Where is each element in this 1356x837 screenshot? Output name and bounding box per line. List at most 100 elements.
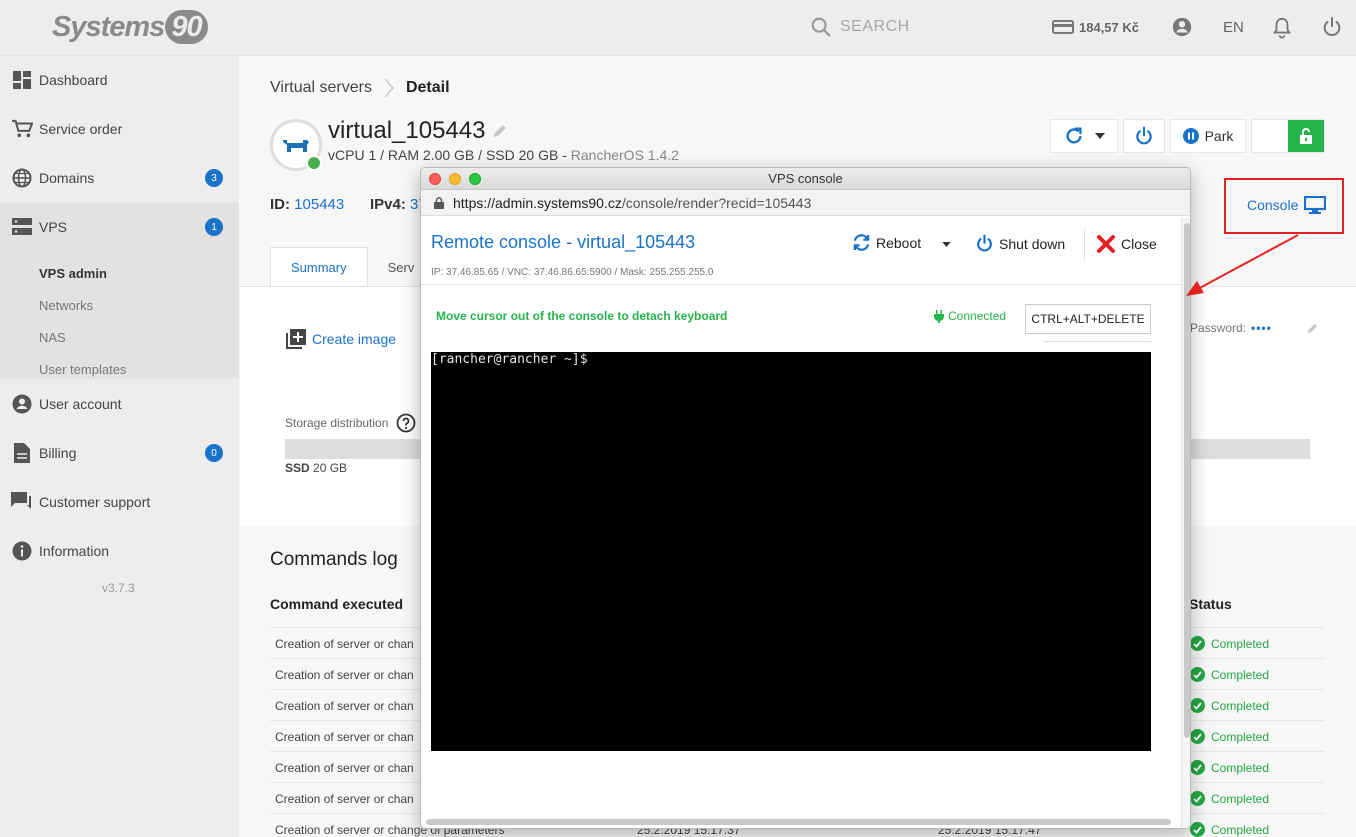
sidebar-item-customer-support[interactable]: Customer support	[0, 478, 239, 526]
power-button[interactable]	[1123, 119, 1165, 153]
ctrl-alt-delete-button[interactable]: CTRL+ALT+DELETE	[1025, 304, 1151, 334]
window-maximize-dot[interactable]	[469, 173, 481, 185]
sidebar: Dashboard Service order Domains 3 VPS 1 …	[0, 56, 239, 837]
breadcrumb: Virtual servers Detail	[270, 78, 450, 98]
password-field: Password: ••••	[1190, 321, 1318, 335]
sidebar-subitem-networks[interactable]: Networks	[39, 298, 93, 313]
sidebar-subitem-nas[interactable]: NAS	[39, 330, 66, 345]
vnc-terminal[interactable]: [rancher@rancher ~]$	[431, 352, 1151, 751]
reboot-icon	[853, 234, 870, 251]
check-circle-icon	[1190, 791, 1205, 806]
rancher-cow-icon	[283, 140, 309, 152]
bell-icon[interactable]	[1271, 16, 1293, 45]
sidebar-item-dashboard[interactable]: Dashboard	[0, 56, 239, 104]
scrollbar-thumb[interactable]	[1184, 223, 1190, 738]
check-circle-icon	[1190, 636, 1205, 651]
check-circle-icon	[1190, 822, 1205, 837]
caret-down-icon	[1095, 133, 1105, 139]
log-status: Completed	[1190, 822, 1269, 837]
commands-log-title: Commands log	[270, 549, 398, 570]
detach-keyboard-message: Move cursor out of the console to detach…	[436, 309, 728, 323]
server-spec: vCPU 1 / RAM 2.00 GB / SSD 20 GB - Ranch…	[328, 147, 679, 163]
close-button[interactable]: Close	[1096, 234, 1157, 254]
vps-console-window: VPS console https://admin.systems90.cz/c…	[420, 167, 1191, 829]
toolbar-separator	[1084, 228, 1085, 262]
power-icon	[1136, 126, 1152, 145]
log-status: Completed	[1190, 698, 1269, 713]
reboot-button[interactable]: Reboot	[852, 234, 921, 251]
edit-pencil-icon[interactable]	[493, 124, 507, 138]
log-status: Completed	[1190, 729, 1269, 744]
vertical-scrollbar[interactable]	[1181, 218, 1190, 828]
sidebar-subitem-vps-admin[interactable]: VPS admin	[39, 266, 107, 281]
logout-icon[interactable]	[1321, 16, 1343, 43]
server-ipv4: IPv4: 37	[370, 196, 427, 213]
wallet-icon	[1052, 20, 1074, 34]
check-circle-icon	[1190, 667, 1205, 682]
lock-icon	[434, 196, 444, 209]
divider	[421, 284, 1181, 285]
billing-badge: 0	[205, 444, 223, 462]
create-image-button[interactable]: Create image	[286, 329, 396, 349]
shutdown-button[interactable]: Shut down	[975, 234, 1065, 253]
lock-toggle[interactable]	[1251, 119, 1325, 153]
url-bar[interactable]: https://admin.systems90.cz/console/rende…	[421, 190, 1190, 216]
connection-info: IP: 37.46.85.65 / VNC: 37.46.86.65:5900 …	[431, 267, 714, 278]
restart-button[interactable]	[1050, 119, 1118, 153]
sidebar-subitem-user-templates[interactable]: User templates	[39, 362, 126, 377]
edit-pencil-icon[interactable]	[1307, 323, 1318, 334]
window-minimize-dot[interactable]	[449, 173, 461, 185]
info-icon	[11, 540, 33, 562]
vps-badge: 1	[205, 218, 223, 236]
server-id: ID: 105443	[270, 196, 345, 213]
help-icon[interactable]	[396, 413, 416, 433]
account-icon[interactable]	[1171, 16, 1193, 43]
log-status: Completed	[1190, 791, 1269, 806]
search-box[interactable]: SEARCH	[810, 16, 910, 38]
sidebar-item-vps[interactable]: VPS 1	[0, 203, 239, 251]
reboot-caret-icon[interactable]	[942, 242, 951, 247]
check-circle-icon	[1190, 698, 1205, 713]
document-icon	[11, 442, 33, 464]
password-value[interactable]: ••••	[1251, 321, 1272, 335]
remote-console-title: Remote console - virtual_105443	[431, 232, 696, 252]
terminal-prompt: [rancher@rancher ~]$	[431, 352, 588, 367]
log-command: Creation of server or chan	[275, 761, 414, 775]
server-icon	[11, 216, 33, 238]
park-button[interactable]: Park	[1170, 119, 1246, 153]
storage-value: SSD 20 GB	[285, 461, 348, 475]
storage-distribution-label: Storage distribution	[285, 413, 416, 433]
sidebar-item-user-account[interactable]: User account	[0, 380, 239, 428]
connection-status: Connected	[934, 309, 1006, 323]
log-status: Completed	[1190, 667, 1269, 682]
credit-balance[interactable]: 184,57 Kč	[1052, 19, 1139, 35]
dashboard-icon	[11, 69, 33, 91]
logo[interactable]: Systems 90	[52, 10, 208, 44]
pause-icon	[1182, 128, 1199, 144]
log-command: Creation of server or chan	[275, 730, 414, 744]
breadcrumb-parent[interactable]: Virtual servers	[270, 79, 372, 97]
top-bar: Systems 90 SEARCH 184,57 Kč EN	[0, 0, 1356, 56]
server-name: virtual_105443	[328, 117, 507, 145]
sidebar-item-domains[interactable]: Domains 3	[0, 154, 239, 202]
search-placeholder: SEARCH	[840, 18, 910, 35]
log-status: Completed	[1190, 760, 1269, 775]
plug-icon	[934, 309, 944, 323]
domains-badge: 3	[205, 169, 223, 187]
log-header-command: Command executed	[270, 596, 404, 612]
search-icon	[811, 17, 831, 37]
breadcrumb-current: Detail	[405, 79, 450, 96]
language-switch[interactable]: EN	[1223, 19, 1244, 36]
cart-icon	[11, 118, 33, 140]
log-header-status: Status	[1189, 596, 1232, 612]
window-close-dot[interactable]	[429, 173, 441, 185]
sidebar-item-service-order[interactable]: Service order	[0, 105, 239, 153]
horizontal-scrollbar[interactable]	[426, 819, 1171, 825]
refresh-icon	[1066, 127, 1082, 144]
sidebar-item-information[interactable]: Information	[0, 527, 239, 575]
sidebar-item-billing[interactable]: Billing 0	[0, 429, 239, 477]
tab-bar: Summary Serv	[270, 247, 434, 287]
tab-summary[interactable]: Summary	[270, 247, 368, 287]
chat-icon	[11, 491, 33, 513]
window-titlebar: VPS console	[421, 168, 1190, 190]
